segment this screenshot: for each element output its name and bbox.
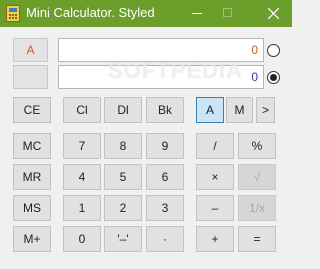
- divide-button[interactable]: /: [196, 133, 234, 159]
- maximize-button[interactable]: [209, 0, 247, 27]
- digit-2-button[interactable]: 2: [104, 195, 142, 221]
- more-button[interactable]: >: [256, 97, 275, 123]
- backspace-button[interactable]: Bk: [146, 97, 184, 123]
- close-icon: [268, 8, 279, 19]
- sign-toggle-button[interactable]: '–': [104, 226, 142, 252]
- title-bar[interactable]: Mini Calculator. Styled: [0, 0, 292, 27]
- softpedia-watermark: SOFTPEDIA: [108, 58, 243, 83]
- square-root-button[interactable]: √: [238, 164, 276, 190]
- digit-7-button[interactable]: 7: [63, 133, 101, 159]
- memory-add-button[interactable]: M+: [13, 226, 51, 252]
- digit-0-button[interactable]: 0: [63, 226, 101, 252]
- digit-3-button[interactable]: 3: [146, 195, 184, 221]
- clear-button[interactable]: Cl: [63, 97, 101, 123]
- digit-4-button[interactable]: 4: [63, 164, 101, 190]
- equals-button[interactable]: =: [238, 226, 276, 252]
- minus-button[interactable]: –: [196, 195, 234, 221]
- digit-1-button[interactable]: 1: [63, 195, 101, 221]
- delete-button[interactable]: Dl: [104, 97, 142, 123]
- mode-a-button[interactable]: A: [196, 97, 224, 123]
- mode-indicator: A: [13, 38, 48, 62]
- digit-9-button[interactable]: 9: [146, 133, 184, 159]
- clear-entry-button[interactable]: CE: [13, 97, 51, 123]
- digit-8-button[interactable]: 8: [104, 133, 142, 159]
- multiply-button[interactable]: ×: [196, 164, 234, 190]
- percent-button[interactable]: %: [238, 133, 276, 159]
- window-title: Mini Calculator. Styled: [26, 5, 155, 20]
- decimal-point-button[interactable]: ·: [146, 226, 184, 252]
- memory-store-button[interactable]: MS: [13, 195, 51, 221]
- digit-5-button[interactable]: 5: [104, 164, 142, 190]
- close-button[interactable]: [254, 0, 292, 27]
- plus-button[interactable]: +: [196, 226, 234, 252]
- mode-m-button[interactable]: M: [226, 97, 253, 123]
- reciprocal-button[interactable]: 1/x: [238, 195, 276, 221]
- mode-indicator-2: [13, 65, 48, 89]
- memory-clear-button[interactable]: MC: [13, 133, 51, 159]
- register-2-radio[interactable]: [267, 71, 280, 84]
- memory-recall-button[interactable]: MR: [13, 164, 51, 190]
- calculator-icon: [6, 5, 20, 22]
- register-1-radio[interactable]: [267, 44, 280, 57]
- digit-6-button[interactable]: 6: [146, 164, 184, 190]
